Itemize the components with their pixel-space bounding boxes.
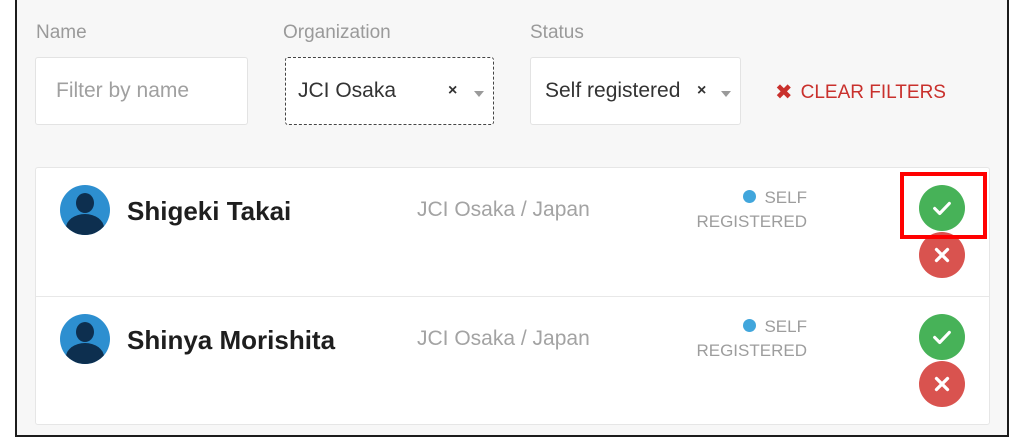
status-text-line2: REGISTERED [696,212,807,231]
check-icon [933,330,951,345]
status-filter-label: Status [530,22,584,43]
close-icon [934,247,950,263]
person-name: Shinya Morishita [127,325,336,355]
list-item: Shigeki Takai JCI Osaka / Japan SELF REG… [36,168,989,297]
reject-button[interactable] [919,232,965,278]
person-organization: JCI Osaka / Japan [417,327,590,350]
close-icon [934,376,950,392]
name-filter-input[interactable]: Filter by name [35,57,248,125]
organization-filter-select[interactable]: JCI Osaka × [285,57,494,125]
status-filter-value: Self registered [545,79,681,102]
status-chevron-down-icon[interactable] [721,91,731,97]
organization-clear-icon[interactable]: × [448,82,457,100]
clear-filters-icon: ✖ [775,81,793,104]
status-text-line1: SELF [764,317,807,336]
person-organization: JCI Osaka / Japan [417,198,590,221]
approve-button[interactable] [919,185,965,231]
status-filter-select[interactable]: Self registered × [530,57,741,125]
list-item: Shinya Morishita JCI Osaka / Japan SELF … [36,297,989,425]
status-dot-icon [743,319,757,332]
reject-button[interactable] [919,361,965,407]
organization-filter-value: JCI Osaka [298,79,397,102]
clear-filters-button[interactable]: ✖ CLEAR FILTERS [775,80,946,105]
clear-filters-label: CLEAR FILTERS [800,81,946,103]
user-avatar-icon [60,314,110,364]
organization-chevron-down-icon[interactable] [474,91,484,97]
check-icon [933,201,951,216]
user-avatar-icon [60,185,110,235]
name-filter-label: Name [36,22,87,43]
approve-button[interactable] [919,314,965,360]
status-text-line2: REGISTERED [696,341,807,360]
status-clear-icon[interactable]: × [697,82,706,100]
name-filter-placeholder: Filter by name [56,79,190,102]
status-badge: SELF REGISTERED [694,315,807,363]
status-dot-icon [743,190,757,203]
status-badge: SELF REGISTERED [694,186,807,234]
status-text-line1: SELF [764,188,807,207]
people-list: Shigeki Takai JCI Osaka / Japan SELF REG… [35,167,990,425]
organization-filter-label: Organization [283,22,391,43]
person-name: Shigeki Takai [127,196,292,226]
